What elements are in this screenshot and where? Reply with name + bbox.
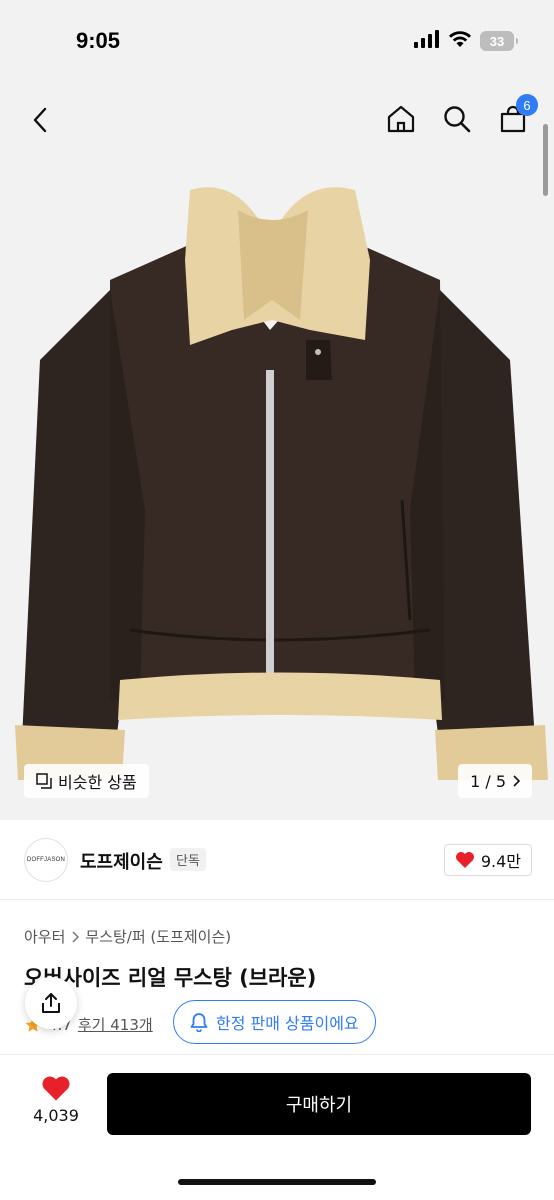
status-time: 9:05 [76, 28, 121, 53]
brand-like-button[interactable]: 9.4만 [443, 844, 532, 876]
back-button[interactable] [22, 102, 58, 138]
home-button[interactable] [382, 100, 420, 138]
top-nav-actions: 6 [382, 94, 538, 138]
page-indicator-text: 1 / 5 [470, 771, 506, 791]
home-indicator [178, 1179, 376, 1185]
status-bar: 9:05 33 [0, 0, 554, 84]
review-link[interactable]: 후기 413개 [78, 1014, 153, 1035]
cart-count-badge: 6 [516, 94, 538, 116]
brand-logo[interactable]: DOFFJASON [24, 838, 68, 882]
signal-icon [414, 30, 440, 52]
breadcrumb: 아우터 무스탕/퍼 (도프제이슨) [24, 926, 231, 947]
share-button[interactable] [25, 977, 77, 1029]
cart-button[interactable]: 6 [494, 94, 538, 138]
exclusive-badge: 단독 [170, 848, 206, 871]
favorite-count: 4,039 [33, 1106, 79, 1125]
brand-name[interactable]: 도프제이슨 [80, 848, 163, 874]
favorite-button[interactable]: 4,039 [24, 1075, 88, 1125]
similar-products-label: 비슷한 상품 [58, 773, 137, 792]
copy-icon [36, 773, 52, 789]
share-icon [42, 993, 60, 1013]
limited-sale-label: 한정 판매 상품이에요 [216, 1014, 359, 1033]
chevron-right-icon [72, 930, 80, 943]
breadcrumb-item[interactable]: 무스탕/퍼 (도프제이슨) [85, 926, 231, 947]
product-photo [15, 187, 548, 780]
bell-icon [190, 1013, 208, 1032]
product-image-carousel[interactable]: 6 비슷한 상품 1 / 5 [0, 84, 554, 820]
heart-icon [42, 1076, 70, 1101]
brand-row: DOFFJASON 도프제이슨 단독 9.4만 [0, 820, 554, 900]
brand-like-count: 9.4만 [480, 852, 521, 871]
bottom-action-bar: 4,039 구매하기 [0, 1055, 554, 1200]
heart-icon [455, 852, 474, 868]
image-page-indicator[interactable]: 1 / 5 [458, 764, 532, 798]
limited-sale-button[interactable]: 한정 판매 상품이에요 [173, 1000, 376, 1044]
chevron-right-icon [513, 775, 520, 787]
similar-products-button[interactable]: 비슷한 상품 [24, 764, 149, 798]
battery-indicator: 33 [480, 31, 518, 51]
search-icon [444, 106, 471, 133]
wifi-icon [448, 30, 472, 52]
breadcrumb-item[interactable]: 아우터 [24, 926, 65, 947]
chevron-left-icon [33, 107, 47, 133]
buy-button[interactable]: 구매하기 [107, 1073, 531, 1135]
search-button[interactable] [438, 100, 476, 138]
home-icon [387, 105, 415, 133]
status-icons: 33 [414, 30, 518, 52]
